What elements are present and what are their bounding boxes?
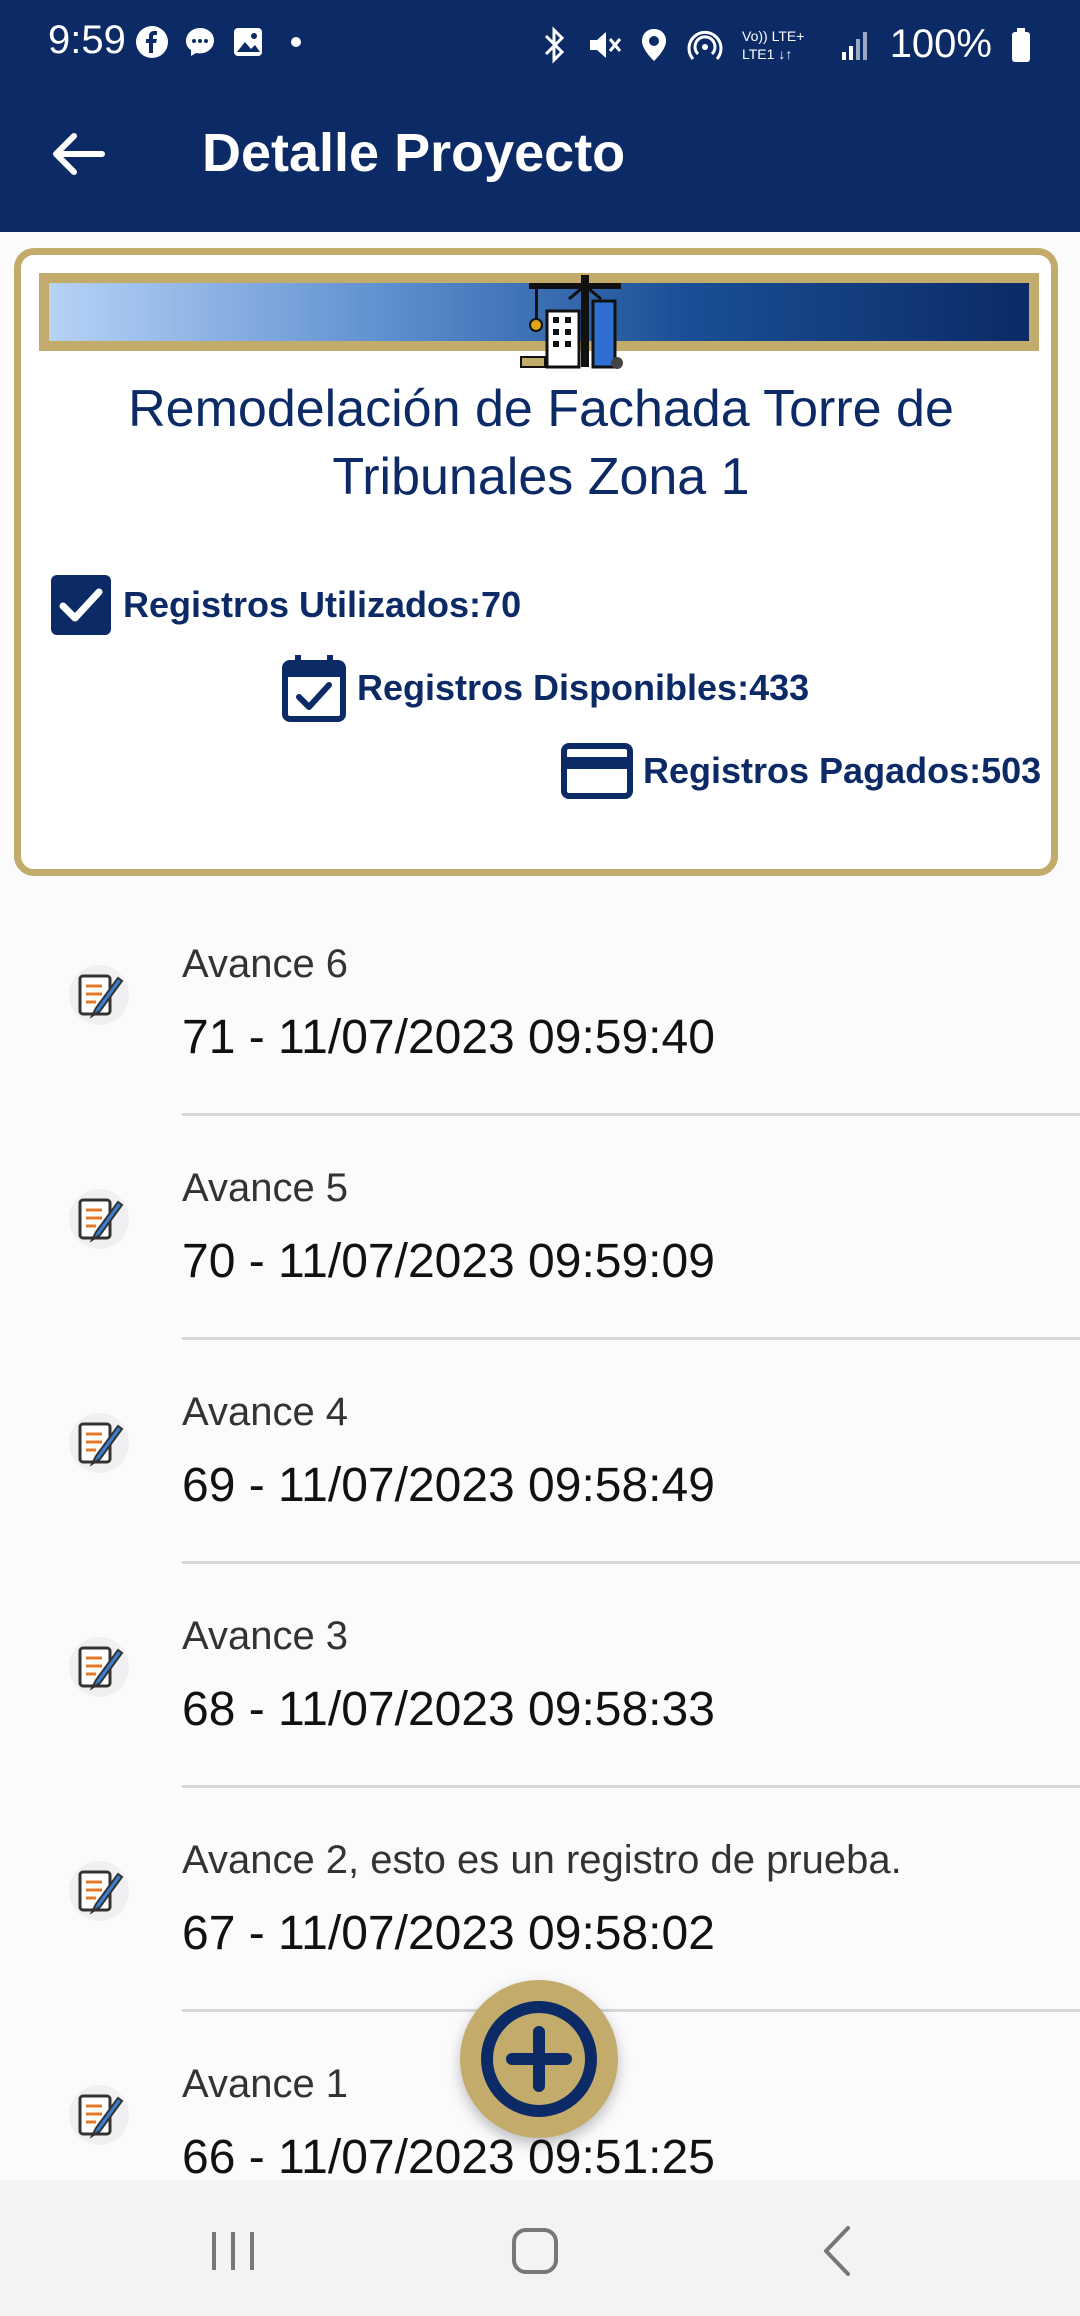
- list-item[interactable]: Avance 2, esto es un registro de prueba.…: [0, 1788, 1080, 2012]
- entry-subtitle: 66 - 11/07/2023 09:51:25: [182, 2131, 715, 2180]
- home-icon[interactable]: [500, 2216, 570, 2286]
- svg-text:LTE1 ↓↑: LTE1 ↓↑: [742, 46, 792, 62]
- recent-apps-icon[interactable]: [198, 2216, 268, 2286]
- entry-title: Avance 5: [182, 1166, 349, 1210]
- list-item[interactable]: Avance 5 70 - 11/07/2023 09:59:09: [0, 1116, 1080, 1340]
- bluetooth-icon: [544, 25, 564, 64]
- back-icon[interactable]: [804, 2216, 874, 2286]
- dot-icon: [291, 37, 301, 47]
- stat-used-label: Registros Utilizados:70: [123, 584, 522, 625]
- volte-icon: Vo)) LTE+ LTE1 ↓↑: [742, 28, 804, 62]
- hotspot-icon: [687, 30, 723, 60]
- add-entry-button[interactable]: [460, 1980, 618, 2138]
- project-title: Remodelación de Fachada Torre de Tribuna…: [128, 380, 954, 506]
- status-time: 9:59: [48, 18, 126, 62]
- project-card: Remodelación de Fachada Torre de Tribuna…: [14, 248, 1058, 876]
- entry-subtitle: 70 - 11/07/2023 09:59:09: [182, 1235, 715, 1288]
- add-circle-icon: [481, 2001, 597, 2117]
- entry-subtitle: 68 - 11/07/2023 09:58:33: [182, 1683, 715, 1736]
- edit-document-icon: [69, 2085, 129, 2145]
- entry-title: Avance 1: [182, 2062, 349, 2106]
- list-item[interactable]: Avance 3 68 - 11/07/2023 09:58:33: [0, 1564, 1080, 1788]
- list-item[interactable]: Avance 6 71 - 11/07/2023 09:59:40: [0, 892, 1080, 1116]
- project-banner: [39, 273, 1039, 369]
- credit-card-icon: [561, 743, 633, 799]
- location-icon: [641, 28, 666, 61]
- construction-building-icon: [520, 275, 623, 369]
- stat-available-label: Registros Disponibles:433: [357, 667, 810, 708]
- stat-available: Registros Disponibles:433: [281, 653, 809, 723]
- edit-document-icon: [69, 1413, 129, 1473]
- facebook-icon: [136, 26, 168, 58]
- system-nav-bar: [0, 2180, 1080, 2316]
- calendar-check-icon: [282, 655, 346, 722]
- svg-text:Vo)) LTE+: Vo)) LTE+: [742, 28, 804, 44]
- battery-percent: 100%: [889, 22, 992, 66]
- list-item[interactable]: Avance 4 69 - 11/07/2023 09:58:49: [0, 1340, 1080, 1564]
- entry-title: Avance 3: [182, 1614, 349, 1658]
- stat-used: Registros Utilizados:70: [49, 573, 521, 637]
- page-title: Detalle Proyecto: [202, 123, 626, 183]
- entry-title: Avance 4: [182, 1390, 349, 1434]
- entry-subtitle: 71 - 11/07/2023 09:59:40: [182, 1011, 715, 1064]
- top-bar: 9:59 Vo)) LTE+ LTE1 ↓↑ 100% Detalle Proye…: [0, 0, 1080, 232]
- gallery-icon: [234, 28, 262, 56]
- stat-paid-label: Registros Pagados:503: [643, 750, 1042, 791]
- checkbox-checked-icon: [51, 575, 111, 635]
- mute-icon: [589, 31, 621, 58]
- back-arrow-icon[interactable]: [44, 120, 112, 188]
- battery-icon: [1012, 27, 1030, 62]
- edit-document-icon: [69, 1189, 129, 1249]
- signal-icon: [841, 31, 867, 60]
- messenger-icon: [186, 28, 214, 56]
- edit-document-icon: [69, 1861, 129, 1921]
- stat-paid: Registros Pagados:503: [561, 743, 1041, 799]
- entry-subtitle: 69 - 11/07/2023 09:58:49: [182, 1459, 715, 1512]
- entry-subtitle: 67 - 11/07/2023 09:58:02: [182, 1907, 715, 1960]
- edit-document-icon: [69, 965, 129, 1025]
- edit-document-icon: [69, 1637, 129, 1697]
- status-bar: 9:59 Vo)) LTE+ LTE1 ↓↑ 100%: [0, 0, 1080, 92]
- entry-title: Avance 2, esto es un registro de prueba.: [182, 1838, 902, 1882]
- entry-title: Avance 6: [182, 942, 349, 986]
